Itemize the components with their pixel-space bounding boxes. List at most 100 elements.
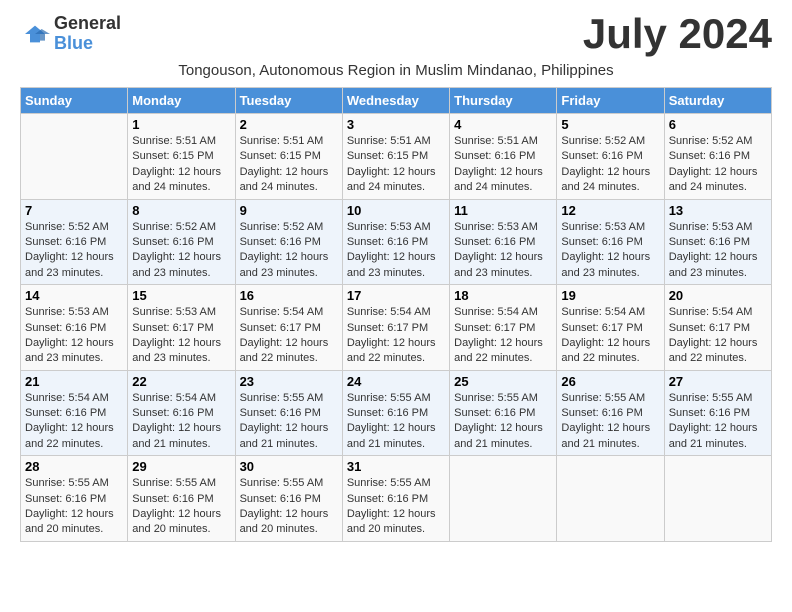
day-info: Sunrise: 5:55 AMSunset: 6:16 PMDaylight:… — [347, 391, 445, 453]
day-number: 22 — [132, 374, 230, 389]
day-info: Sunrise: 5:54 AMSunset: 6:16 PMDaylight:… — [25, 391, 123, 453]
day-info: Sunrise: 5:52 AMSunset: 6:16 PMDaylight:… — [240, 220, 338, 282]
day-header-friday: Friday — [557, 88, 664, 114]
day-info: Sunrise: 5:55 AMSunset: 6:16 PMDaylight:… — [240, 476, 338, 538]
sunrise-text: Sunrise: 5:54 AM — [454, 306, 538, 318]
day-number: 6 — [669, 117, 767, 132]
sunset-text: Sunset: 6:16 PM — [132, 236, 213, 248]
day-cell: 12Sunrise: 5:53 AMSunset: 6:16 PMDayligh… — [557, 199, 664, 285]
sunset-text: Sunset: 6:16 PM — [347, 407, 428, 419]
sunrise-text: Sunrise: 5:55 AM — [347, 392, 431, 404]
day-cell: 31Sunrise: 5:55 AMSunset: 6:16 PMDayligh… — [342, 456, 449, 542]
day-number: 18 — [454, 288, 552, 303]
sunrise-text: Sunrise: 5:51 AM — [454, 135, 538, 147]
sunset-text: Sunset: 6:16 PM — [25, 236, 106, 248]
daylight-text: Daylight: 12 hours and 20 minutes. — [25, 508, 114, 535]
daylight-text: Daylight: 12 hours and 21 minutes. — [132, 422, 221, 449]
daylight-text: Daylight: 12 hours and 23 minutes. — [132, 251, 221, 278]
day-number: 15 — [132, 288, 230, 303]
day-header-monday: Monday — [128, 88, 235, 114]
day-info: Sunrise: 5:53 AMSunset: 6:16 PMDaylight:… — [561, 220, 659, 282]
day-cell: 17Sunrise: 5:54 AMSunset: 6:17 PMDayligh… — [342, 285, 449, 371]
day-info: Sunrise: 5:53 AMSunset: 6:16 PMDaylight:… — [454, 220, 552, 282]
logo-text: General Blue — [54, 14, 121, 54]
sunset-text: Sunset: 6:16 PM — [561, 236, 642, 248]
daylight-text: Daylight: 12 hours and 21 minutes. — [240, 422, 329, 449]
day-cell: 2 Sunrise: 5:51 AMSunset: 6:15 PMDaylight… — [235, 114, 342, 200]
day-cell: 18 Sunrise: 5:54 AMSunset: 6:17 PMDayligh… — [450, 285, 557, 371]
daylight-text: Daylight: 12 hours and 24 minutes. — [669, 166, 758, 193]
week-row-3: 14Sunrise: 5:53 AMSunset: 6:16 PMDayligh… — [21, 285, 772, 371]
day-header-wednesday: Wednesday — [342, 88, 449, 114]
sunset-text: Sunset: 6:16 PM — [347, 236, 428, 248]
daylight-text: Daylight: 12 hours and 23 minutes. — [347, 251, 436, 278]
day-number: 3 — [347, 117, 445, 132]
month-title: July 2024 — [583, 10, 772, 58]
header: General Blue July 2024 — [20, 10, 772, 58]
daylight-text: Daylight: 12 hours and 20 minutes. — [132, 508, 221, 535]
sunset-text: Sunset: 6:16 PM — [240, 493, 321, 505]
day-info: Sunrise: 5:53 AM Sunset: 6:16 PM Daylight:… — [347, 220, 445, 282]
sunrise-text: Sunrise: 5:53 AM — [669, 221, 753, 233]
day-number: 9 — [240, 203, 338, 218]
day-cell: 28Sunrise: 5:55 AMSunset: 6:16 PMDayligh… — [21, 456, 128, 542]
day-cell: 9 Sunrise: 5:52 AMSunset: 6:16 PMDaylight… — [235, 199, 342, 285]
day-info: Sunrise: 5:54 AMSunset: 6:17 PMDaylight:… — [669, 305, 767, 367]
day-info: Sunrise: 5:51 AMSunset: 6:15 PMDaylight:… — [240, 134, 338, 196]
sunset-text: Sunset: 6:16 PM — [669, 407, 750, 419]
day-cell: 26Sunrise: 5:55 AMSunset: 6:16 PMDayligh… — [557, 370, 664, 456]
logo: General Blue — [20, 14, 121, 54]
day-number: 1 — [132, 117, 230, 132]
day-cell — [450, 456, 557, 542]
day-info: Sunrise: 5:54 AMSunset: 6:17 PMDaylight:… — [561, 305, 659, 367]
day-number: 19 — [561, 288, 659, 303]
day-info: Sunrise: 5:53 AMSunset: 6:16 PMDaylight:… — [669, 220, 767, 282]
sunrise-text: Sunrise: 5:54 AM — [347, 306, 431, 318]
day-cell: 29Sunrise: 5:55 AMSunset: 6:16 PMDayligh… — [128, 456, 235, 542]
day-cell: 6Sunrise: 5:52 AMSunset: 6:16 PMDaylight… — [664, 114, 771, 200]
sunrise-text: Sunrise: 5:51 AM — [347, 135, 431, 147]
day-number: 8 — [132, 203, 230, 218]
day-cell: 16Sunrise: 5:54 AMSunset: 6:17 PMDayligh… — [235, 285, 342, 371]
sunset-text: Sunset: 6:16 PM — [347, 493, 428, 505]
daylight-text: Daylight: 12 hours and 23 minutes. — [25, 337, 114, 364]
week-row-1: 1 Sunrise: 5:51 AMSunset: 6:15 PMDaylight… — [21, 114, 772, 200]
sunrise-text: Sunrise: 5:53 AM — [132, 306, 216, 318]
day-cell: 14Sunrise: 5:53 AMSunset: 6:16 PMDayligh… — [21, 285, 128, 371]
day-cell: 7Sunrise: 5:52 AMSunset: 6:16 PMDaylight… — [21, 199, 128, 285]
sunset-text: Sunset: 6:17 PM — [347, 322, 428, 334]
sunrise-text: Sunrise: 5:52 AM — [240, 221, 324, 233]
daylight-text: Daylight: 12 hours and 22 minutes. — [454, 337, 543, 364]
sunrise-text: Sunrise: 5:55 AM — [454, 392, 538, 404]
sunrise-text: Sunrise: 5:54 AM — [240, 306, 324, 318]
sunset-text: Sunset: 6:16 PM — [561, 150, 642, 162]
day-cell: 4Sunrise: 5:51 AMSunset: 6:16 PMDaylight… — [450, 114, 557, 200]
sunrise-text: Sunrise: 5:53 AM — [561, 221, 645, 233]
sunset-text: Sunset: 6:16 PM — [454, 407, 535, 419]
sunrise-text: Sunrise: 5:53 AM — [347, 221, 431, 233]
sunrise-text: Sunrise: 5:54 AM — [132, 392, 216, 404]
day-number: 14 — [25, 288, 123, 303]
sunrise-text: Sunrise: 5:54 AM — [669, 306, 753, 318]
day-info: Sunrise: 5:54 AMSunset: 6:17 PMDaylight:… — [454, 305, 552, 367]
day-number: 11 — [454, 203, 552, 218]
week-row-4: 21Sunrise: 5:54 AMSunset: 6:16 PMDayligh… — [21, 370, 772, 456]
sunrise-text: Sunrise: 5:52 AM — [25, 221, 109, 233]
calendar-header-row: SundayMondayTuesdayWednesdayThursdayFrid… — [21, 88, 772, 114]
week-row-5: 28Sunrise: 5:55 AMSunset: 6:16 PMDayligh… — [21, 456, 772, 542]
daylight-text: Daylight: 12 hours and 20 minutes. — [347, 508, 436, 535]
day-number: 24 — [347, 374, 445, 389]
logo-icon — [20, 22, 50, 46]
day-info: Sunrise: 5:51 AMSunset: 6:15 PMDaylight:… — [132, 134, 230, 196]
sunset-text: Sunset: 6:17 PM — [561, 322, 642, 334]
day-number: 27 — [669, 374, 767, 389]
subtitle: Tongouson, Autonomous Region in Muslim M… — [20, 62, 772, 79]
day-number: 4 — [454, 117, 552, 132]
day-number: 13 — [669, 203, 767, 218]
sunrise-text: Sunrise: 5:54 AM — [25, 392, 109, 404]
sunset-text: Sunset: 6:16 PM — [25, 407, 106, 419]
day-header-thursday: Thursday — [450, 88, 557, 114]
day-number: 2 — [240, 117, 338, 132]
sunset-text: Sunset: 6:17 PM — [240, 322, 321, 334]
sunset-text: Sunset: 6:16 PM — [669, 236, 750, 248]
